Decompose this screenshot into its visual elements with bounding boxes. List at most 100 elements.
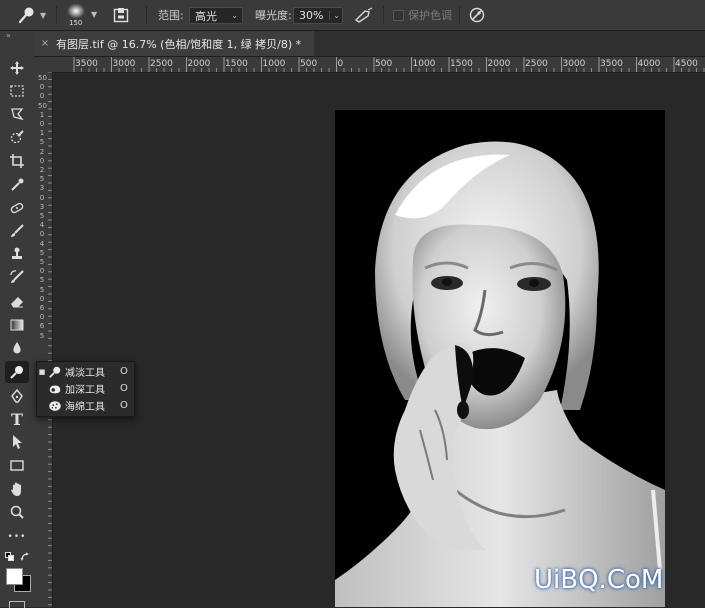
exposure-field[interactable]: 30% ⌄ — [293, 7, 343, 24]
path-selection-tool[interactable] — [5, 431, 29, 453]
document-tab-bar: × 有图层.tif @ 16.7% (色相/饱和度 1, 绿 拷贝/8) * — [34, 31, 705, 57]
collapse-icon[interactable]: » — [6, 31, 11, 40]
healing-icon — [10, 202, 24, 214]
range-value: 高光 — [195, 9, 217, 23]
brush-settings-icon — [113, 8, 129, 23]
pen-icon — [11, 388, 23, 403]
path-select-icon — [13, 435, 22, 449]
quick-select-icon — [10, 130, 24, 144]
flyout-item-burn[interactable]: 加深工具 O — [37, 380, 134, 397]
ruler-label: 0 — [39, 267, 45, 276]
ruler-label: 5 — [39, 285, 45, 294]
move-tool[interactable] — [5, 57, 29, 79]
pen-tool[interactable] — [5, 385, 29, 407]
ruler-label: 3 — [39, 202, 45, 211]
healing-tool[interactable] — [5, 197, 29, 219]
flyout-item-sponge[interactable]: 海绵工具 O — [37, 397, 134, 414]
hand-icon — [11, 482, 21, 496]
options-bar: ▼ 150 ▼ 范围: 高光 ⌄ 曝光度: 30% ⌄ 保护色调 — [0, 0, 705, 31]
foreground-color-swatch[interactable] — [6, 568, 23, 585]
dodge-tool[interactable] — [5, 361, 29, 383]
gradient-tool[interactable] — [5, 314, 29, 336]
eyedropper-tool[interactable] — [5, 174, 29, 196]
dodge-icon — [18, 7, 34, 24]
soft-brush-icon — [67, 3, 85, 19]
ruler-label: 50 — [38, 74, 47, 82]
pressure-icon — [469, 7, 485, 23]
rectangle-icon — [10, 460, 24, 471]
ruler-label: 6 — [39, 304, 45, 312]
pressure-button[interactable] — [469, 0, 485, 30]
ruler-label: 1000 — [262, 59, 286, 69]
sponge-icon — [47, 399, 63, 413]
ruler-label: 3500 — [75, 59, 98, 69]
ruler-label: 4000 — [637, 59, 661, 69]
ruler-label: 4 — [39, 239, 45, 248]
ruler-label: 5 — [39, 331, 45, 340]
document-title: 有图层.tif @ 16.7% (色相/饱和度 1, 绿 拷贝/8) * — [56, 37, 302, 51]
ruler-label: 5 — [39, 175, 45, 184]
horizontal-ruler[interactable]: 3500 3000 2500 2000 1500 1000 500 0 500 1000 1500 2… — [52, 57, 705, 73]
protect-tones-checkbox[interactable] — [393, 9, 404, 21]
crop-icon — [10, 154, 24, 168]
ruler-label: 1500 — [225, 59, 248, 69]
lasso-tool[interactable] — [5, 103, 29, 125]
ruler-label: 0 — [337, 59, 344, 69]
rectangle-tool[interactable] — [5, 454, 29, 476]
ruler-label: 0 — [39, 156, 45, 165]
chevron-down-icon: ▼ — [91, 10, 98, 19]
marquee-tool[interactable] — [5, 80, 29, 102]
history-brush-icon — [10, 270, 24, 283]
photo-canvas[interactable] — [335, 110, 665, 607]
ruler-label: 0 — [39, 193, 45, 202]
default-colors-icon[interactable] — [5, 552, 14, 561]
exposure-label: 曝光度: — [255, 9, 292, 22]
airbrush-button[interactable] — [354, 0, 374, 30]
eraser-tool[interactable] — [5, 290, 29, 312]
ruler-label: 2 — [39, 147, 45, 156]
tool-preset-picker[interactable]: ▼ — [18, 0, 46, 30]
protect-tones-option[interactable]: 保护色调 — [393, 0, 452, 30]
history-brush-tool[interactable] — [5, 266, 29, 288]
ruler-label: 1500 — [450, 59, 473, 69]
edit-toolbar-button[interactable]: ••• — [5, 526, 29, 548]
flyout-item-dodge[interactable]: ■ 减淡工具 O — [37, 363, 134, 380]
brush-size: 150 — [69, 19, 83, 27]
vertical-ruler[interactable]: 50 0 0 50 1 0 1 5 2 0 2 5 3 0 3 5 4 0 4 5 5 0 5 5 0 6 0 6 5 — [34, 72, 53, 607]
dodge-icon — [10, 366, 23, 379]
eraser-icon — [11, 297, 23, 308]
ruler-label: 4500 — [675, 59, 698, 69]
zoom-tool[interactable] — [5, 501, 29, 523]
exposure-value: 30% — [299, 9, 324, 22]
close-icon[interactable]: × — [34, 38, 56, 49]
ruler-label: 1 — [39, 129, 45, 138]
zoom-icon — [10, 505, 24, 519]
brush-tool[interactable] — [5, 220, 29, 242]
type-tool[interactable]: T — [5, 408, 29, 430]
ruler-label: 2000 — [187, 59, 211, 69]
clone-stamp-tool[interactable] — [5, 243, 29, 265]
quick-select-tool[interactable] — [5, 126, 29, 148]
tools-panel: » T ••• — [0, 31, 35, 608]
ruler-label: 1000 — [412, 59, 436, 69]
range-select[interactable]: 高光 ⌄ — [189, 7, 243, 24]
range-label: 范围: — [158, 9, 184, 22]
crop-tool[interactable] — [5, 150, 29, 172]
flyout-label: 减淡工具 — [65, 368, 105, 379]
ruler-label: 500 — [300, 59, 318, 69]
ruler-label: 2500 — [150, 59, 173, 69]
ruler-label: 500 — [375, 59, 393, 69]
ruler-origin[interactable] — [34, 57, 53, 73]
hand-tool[interactable] — [5, 478, 29, 500]
chevron-down-icon: ⌄ — [231, 11, 238, 20]
blur-tool[interactable] — [5, 337, 29, 359]
chevron-down-icon: ▼ — [40, 10, 47, 20]
active-indicator: ■ — [38, 367, 46, 376]
swap-colors-icon[interactable] — [20, 552, 30, 562]
shortcut-key: O — [120, 383, 128, 394]
blur-icon — [13, 342, 21, 354]
document-tab[interactable]: × 有图层.tif @ 16.7% (色相/饱和度 1, 绿 拷贝/8) * — [34, 31, 314, 56]
shortcut-key: O — [120, 400, 128, 411]
brush-settings-button[interactable] — [113, 0, 129, 30]
stamp-icon — [12, 247, 22, 259]
